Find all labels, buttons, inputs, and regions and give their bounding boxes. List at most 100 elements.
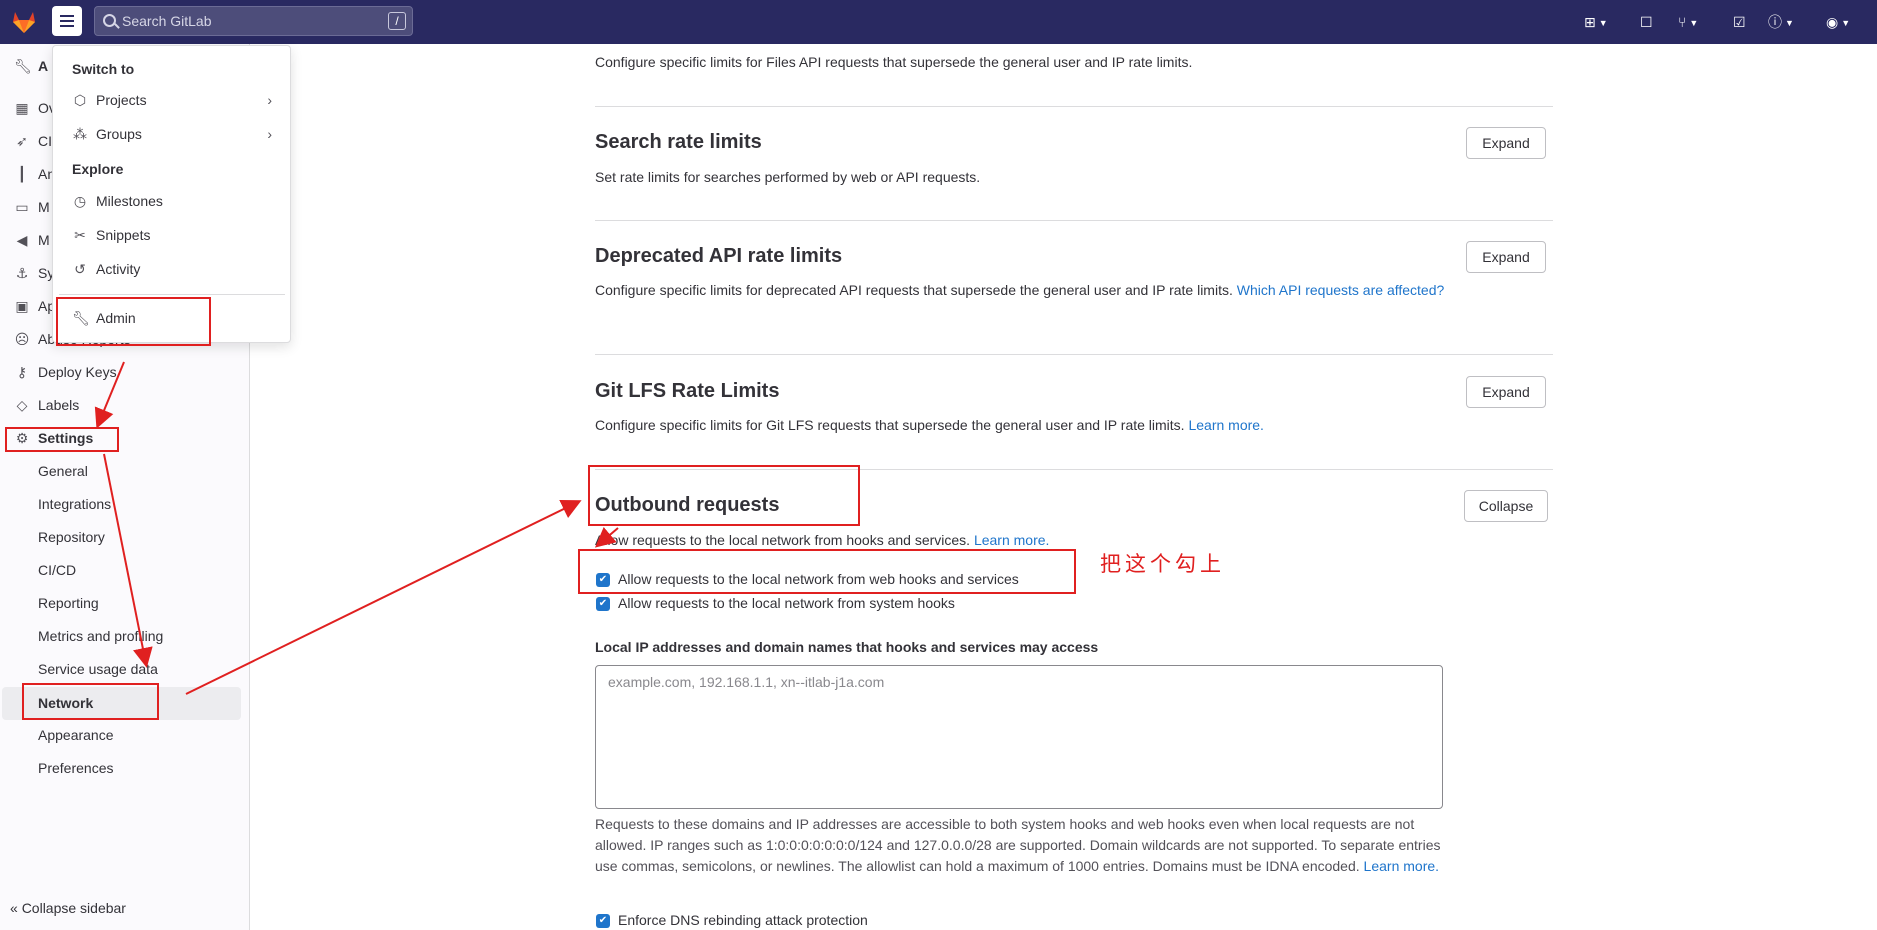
sidebar-subitem-reporting[interactable]: Reporting <box>38 587 99 620</box>
sidebar-subitem-metrics[interactable]: Metrics and profiling <box>38 620 163 653</box>
dropdown-item-label: Activity <box>96 261 141 277</box>
merge-request-icon[interactable]: ⑂ ▼ <box>1678 12 1698 32</box>
sidebar-subitem-cicd[interactable]: CI/CD <box>38 554 76 587</box>
sidebar-item-label: M <box>38 199 50 215</box>
highlight-outbound-title <box>588 465 860 526</box>
highlight-network <box>22 683 159 720</box>
sidebar-subitem-integrations[interactable]: Integrations <box>38 488 111 521</box>
highlight-admin <box>56 297 211 346</box>
dropdown-item-label: Projects <box>96 92 147 108</box>
outbound-requests-description: Allow requests to the local network from… <box>595 530 1049 551</box>
chevron-right-icon: › <box>267 126 272 142</box>
main-menu-button[interactable] <box>52 6 82 36</box>
gitlab-logo-icon[interactable] <box>10 8 38 36</box>
affected-link[interactable]: affected? <box>1387 282 1444 298</box>
chevron-right-icon: › <box>267 92 272 108</box>
sidebar-item-label: M <box>38 232 50 248</box>
collapse-outbound-button[interactable]: Collapse <box>1464 490 1548 522</box>
expand-lfs-button[interactable]: Expand <box>1466 376 1546 408</box>
search-icon <box>103 14 116 27</box>
dropdown-item-milestones[interactable]: ◷ Milestones <box>72 190 272 212</box>
checkbox-label: Allow requests to the local network from… <box>618 595 955 611</box>
sidebar-item-label: Deploy Keys <box>38 364 117 380</box>
applications-icon: ▣ <box>15 298 29 314</box>
search-rate-limits-title: Search rate limits <box>595 131 762 153</box>
wrench-icon: 🔧︎ <box>14 58 32 74</box>
abuse-icon: ☹︎ <box>14 331 30 347</box>
dns-rebinding-checkbox[interactable]: ✔ Enforce DNS rebinding attack protection <box>596 912 868 930</box>
top-navbar: Search GitLab / ⊞ ▼ ☐ ⑂ ▼ ☑ ⓘ ▼ ◉ ▼ <box>0 0 1877 44</box>
sidebar-item-label: A <box>38 58 49 74</box>
dropdown-item-label: Snippets <box>96 227 151 243</box>
history-icon: ↺ <box>74 261 86 277</box>
group-icon: ⁂ <box>73 126 87 142</box>
double-chevron-left-icon: « <box>10 900 18 916</box>
label-icon: ◇ <box>16 397 28 413</box>
collapse-sidebar-button[interactable]: « Collapse sidebar <box>10 896 126 920</box>
overview-icon: ▦ <box>15 100 29 116</box>
allowlist-textarea[interactable]: example.com, 192.168.1.1, xn--itlab-j1a.… <box>595 665 1443 809</box>
git-lfs-text: Configure specific limits for Git LFS re… <box>595 417 1185 433</box>
collapse-sidebar-label: Collapse sidebar <box>21 900 126 916</box>
plus-square-icon[interactable]: ⊞ ▼ <box>1584 12 1608 32</box>
dropdown-divider <box>59 294 285 295</box>
sidebar-subitem-general[interactable]: General <box>38 455 88 488</box>
avatar[interactable]: ◉ ▼ <box>1826 12 1850 32</box>
outbound-learn-more-link[interactable]: Learn more. <box>974 532 1049 548</box>
search-input[interactable]: Search GitLab / <box>94 6 413 36</box>
deprecated-api-text: Configure specific limits for deprecated… <box>595 282 1233 298</box>
sidebar-item-label: Labels <box>38 397 80 413</box>
sidebar-subitem-preferences[interactable]: Preferences <box>38 752 113 785</box>
allow-system-hooks-checkbox[interactable]: ✔ Allow requests to the local network fro… <box>596 595 955 613</box>
highlight-settings <box>5 427 119 452</box>
allowlist-learn-more-link[interactable]: Learn more. <box>1364 858 1439 874</box>
deprecated-api-description: Configure specific limits for deprecated… <box>595 280 1455 301</box>
allowlist-help-body: Requests to these domains and IP address… <box>595 816 1441 874</box>
dropdown-item-projects[interactable]: ⬡ Projects › <box>72 89 272 111</box>
rocket-icon: ➶ <box>16 133 28 149</box>
search-shortcut-key: / <box>388 12 406 30</box>
checkbox-label: Enforce DNS rebinding attack protection <box>618 912 868 928</box>
scissors-icon: ✂︎ <box>74 227 86 243</box>
sidebar-subitem-repository[interactable]: Repository <box>38 521 105 554</box>
issues-icon[interactable]: ☐ <box>1640 12 1653 32</box>
dropdown-item-groups[interactable]: ⁂ Groups › <box>72 123 272 145</box>
dropdown-heading-switch: Switch to <box>72 61 135 77</box>
sidebar-subitem-appearance[interactable]: Appearance <box>38 719 114 752</box>
section-divider <box>595 106 1553 107</box>
expand-deprecated-button[interactable]: Expand <box>1466 241 1546 273</box>
help-icon[interactable]: ⓘ ▼ <box>1768 12 1794 32</box>
sidebar-item-deploy-keys[interactable]: ⚷ Deploy Keys <box>0 356 250 389</box>
allowlist-help-text: Requests to these domains and IP address… <box>595 814 1455 877</box>
allowlist-field-label: Local IP addresses and domain names that… <box>595 639 1099 655</box>
anchor-icon: ⚓︎ <box>15 265 29 281</box>
checkmark-icon: ✔ <box>596 597 610 612</box>
dropdown-item-label: Groups <box>96 126 142 142</box>
outbound-text: Allow requests to the local network from… <box>595 532 971 548</box>
dropdown-item-snippets[interactable]: ✂︎ Snippets <box>72 224 272 246</box>
which-api-requests-link[interactable]: Which API requests are <box>1237 282 1383 298</box>
highlight-web-hooks-checkbox <box>578 549 1076 594</box>
todo-icon[interactable]: ☑ <box>1733 12 1746 32</box>
sidebar-item-label: CI <box>38 133 52 149</box>
project-icon: ⬡ <box>73 92 87 108</box>
sidebar-item-labels[interactable]: ◇ Labels <box>0 389 250 422</box>
key-icon: ⚷ <box>16 364 28 380</box>
git-lfs-description: Configure specific limits for Git LFS re… <box>595 415 1264 436</box>
files-api-description: Configure specific limits for Files API … <box>595 54 1193 70</box>
clock-icon: ◷ <box>73 193 87 209</box>
deprecated-api-title: Deprecated API rate limits <box>595 245 843 267</box>
monitor-icon: ▭ <box>15 199 29 215</box>
expand-search-button[interactable]: Expand <box>1466 127 1546 159</box>
section-divider <box>595 354 1553 355</box>
checkmark-icon: ✔ <box>596 914 610 929</box>
dropdown-item-label: Milestones <box>96 193 163 209</box>
dropdown-heading-explore: Explore <box>72 161 124 177</box>
dropdown-item-activity[interactable]: ↺ Activity <box>72 258 272 280</box>
search-placeholder: Search GitLab <box>122 13 212 29</box>
chart-icon: ┃ <box>17 166 27 182</box>
git-lfs-title: Git LFS Rate Limits <box>595 380 780 402</box>
messages-icon: ◀ <box>16 232 28 248</box>
sidebar-subitem-service-usage[interactable]: Service usage data <box>38 653 158 686</box>
git-lfs-learn-more-link[interactable]: Learn more. <box>1188 417 1263 433</box>
